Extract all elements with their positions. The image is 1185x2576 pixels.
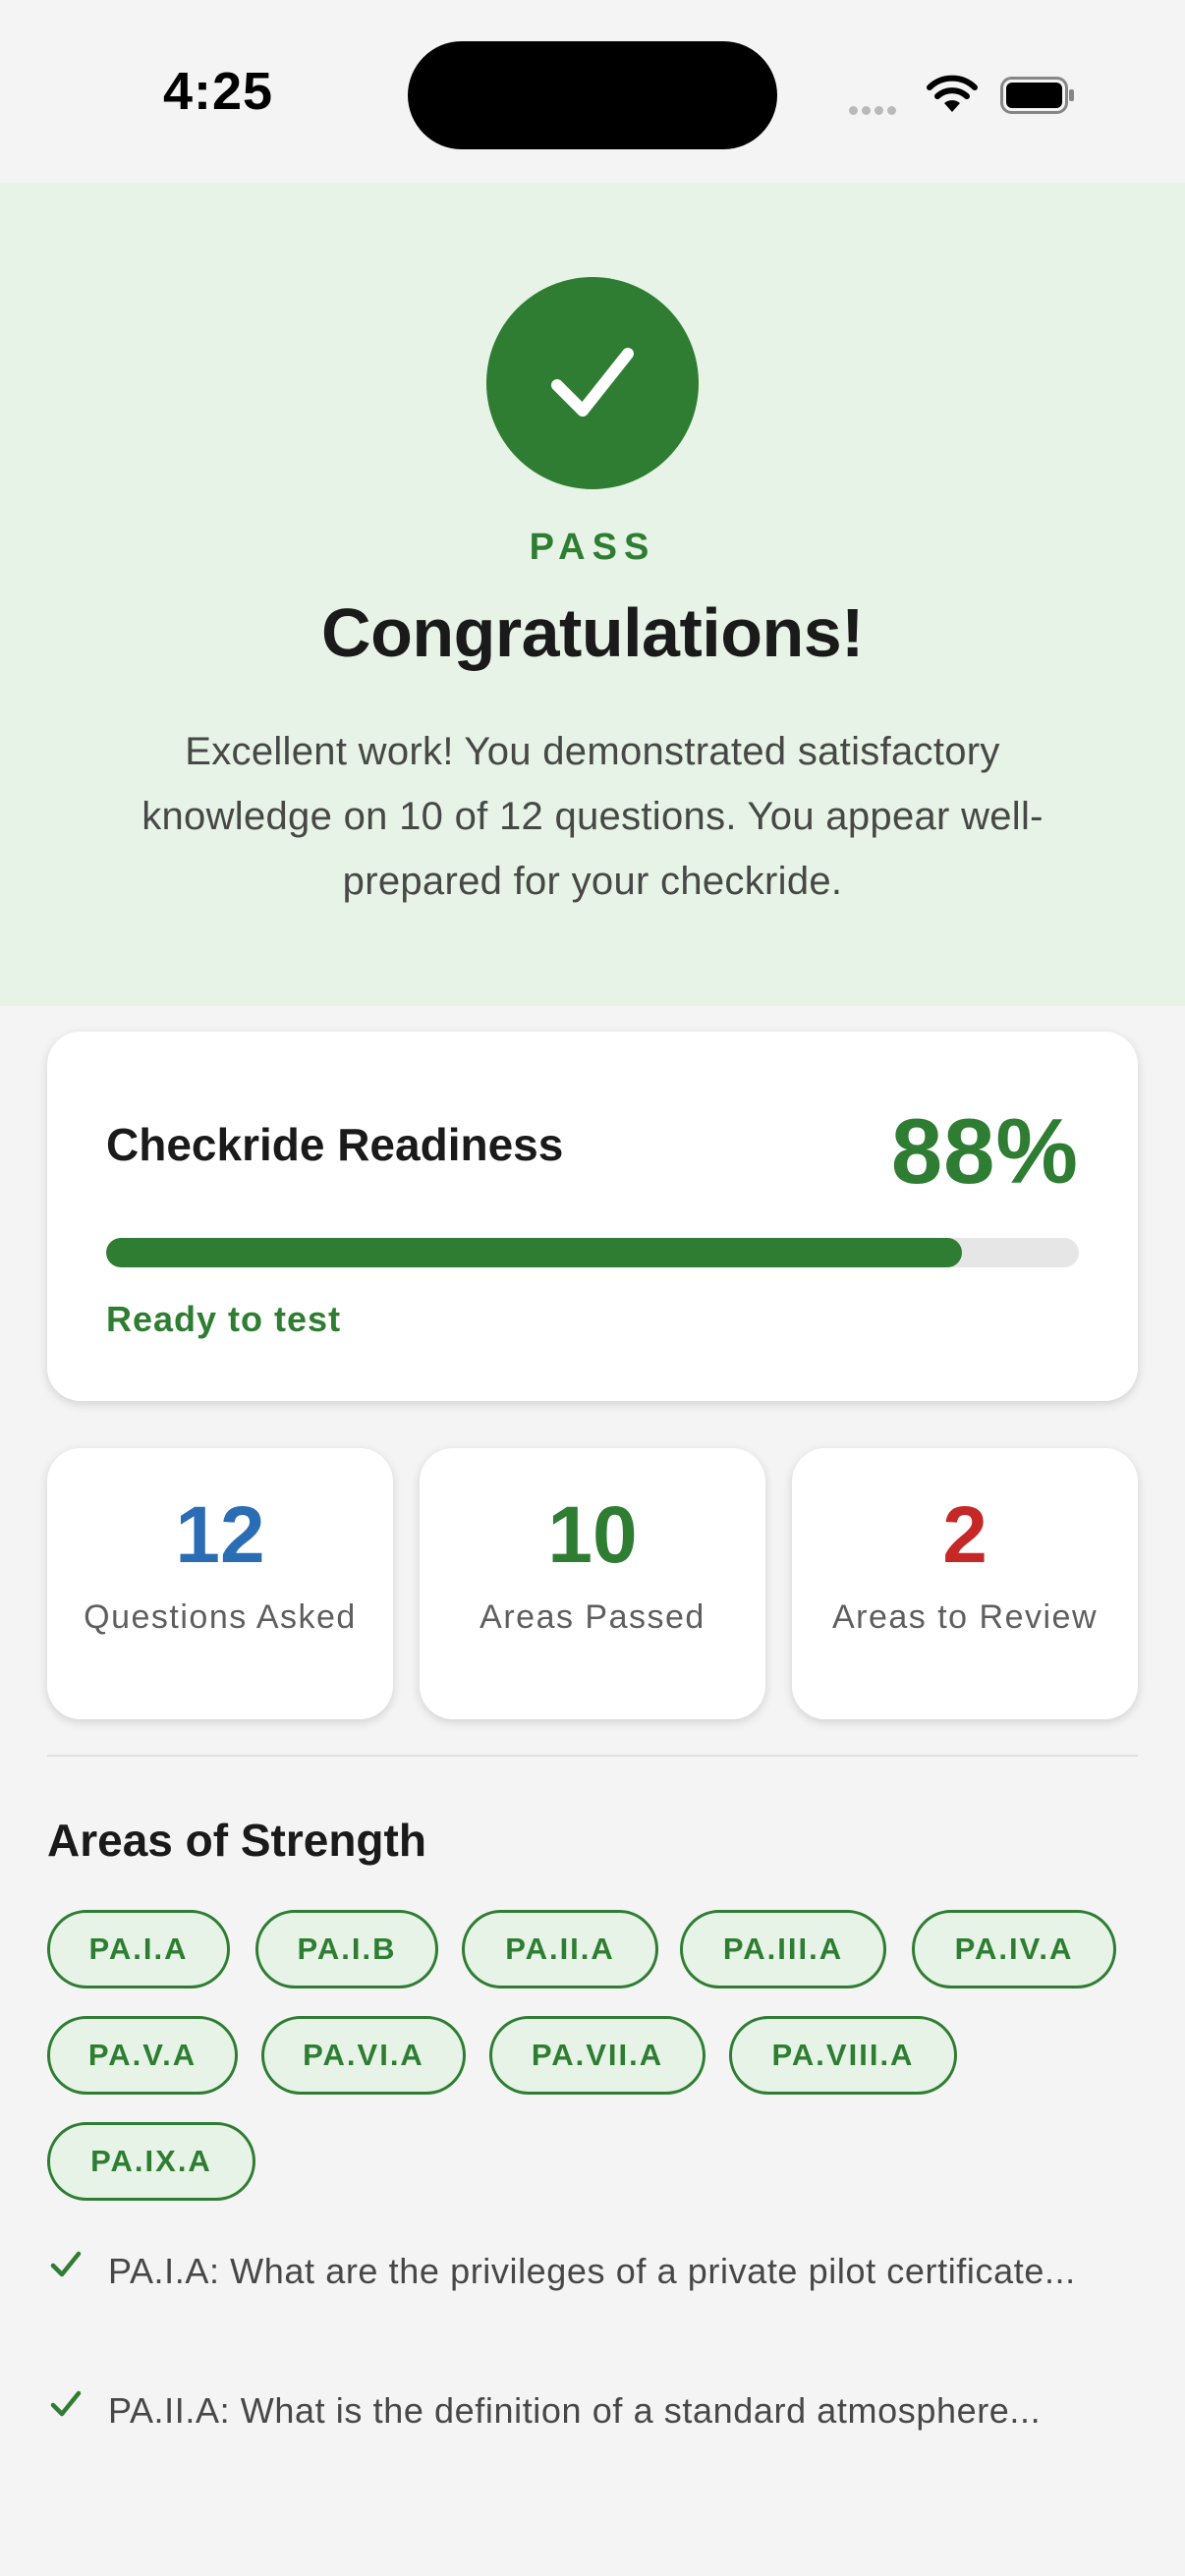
section-divider: [47, 1755, 1138, 1757]
strength-tag[interactable]: PA.VIII.A: [729, 2016, 957, 2095]
readiness-title: Checkride Readiness: [106, 1119, 564, 1170]
readiness-card: Checkride Readiness 88% Ready to test: [47, 1032, 1138, 1401]
page-title: Congratulations!: [321, 594, 864, 671]
stat-label: Areas Passed: [480, 1598, 705, 1636]
strength-list-item: PA.I.A: What are the privileges of a pri…: [47, 2242, 1157, 2362]
stat-questions-asked: 12 Questions Asked: [47, 1448, 393, 1719]
pass-label: PASS: [529, 527, 656, 568]
dynamic-island: [408, 41, 777, 149]
strength-tag[interactable]: PA.V.A: [47, 2016, 238, 2095]
status-time: 4:25: [163, 62, 274, 121]
strength-tag[interactable]: PA.III.A: [680, 1910, 886, 1988]
cellular-signal-icon: [849, 102, 900, 120]
wifi-icon: [927, 75, 978, 112]
checkmark-icon: [50, 2390, 82, 2417]
status-bar: 4:25: [0, 0, 1185, 183]
strengths-title: Areas of Strength: [47, 1815, 426, 1866]
checkmark-icon: [50, 2251, 82, 2277]
pass-badge: [486, 277, 699, 489]
readiness-percent: 88%: [890, 1099, 1079, 1203]
battery-icon: [1000, 77, 1074, 114]
readiness-status: Ready to test: [106, 1299, 342, 1339]
checkmark-icon: [551, 348, 634, 417]
stat-label: Areas to Review: [831, 1598, 1099, 1636]
strength-tag[interactable]: PA.IV.A: [912, 1910, 1116, 1988]
strength-item-text: PA.I.A: What are the privileges of a pri…: [108, 2251, 1076, 2291]
stat-value: 2: [942, 1490, 988, 1580]
stat-label: Questions Asked: [84, 1598, 357, 1636]
strength-tag[interactable]: PA.II.A: [462, 1910, 658, 1988]
strength-item-text: PA.II.A: What is the definition of a sta…: [108, 2390, 1042, 2431]
stat-value: 10: [547, 1490, 638, 1580]
result-message: Excellent work! You demonstrated satisfa…: [141, 730, 1044, 903]
strength-tag[interactable]: PA.I.A: [47, 1910, 230, 1988]
strength-tag[interactable]: PA.VI.A: [261, 2016, 466, 2095]
stat-areas-passed: 10 Areas Passed: [420, 1448, 765, 1719]
strength-tag[interactable]: PA.IX.A: [47, 2122, 255, 2201]
strength-tag[interactable]: PA.VII.A: [489, 2016, 705, 2095]
readiness-progress-fill: [106, 1238, 963, 1267]
strength-tag[interactable]: PA.I.B: [255, 1910, 438, 1988]
stat-value: 12: [175, 1490, 265, 1580]
result-hero: PASS Congratulations! Excellent work! Yo…: [0, 183, 1185, 1006]
readiness-progress-bar: [106, 1238, 1079, 1267]
stat-areas-to-review: 2 Areas to Review: [792, 1448, 1138, 1719]
strength-list-item: PA.II.A: What is the definition of a sta…: [47, 2381, 1157, 2440]
